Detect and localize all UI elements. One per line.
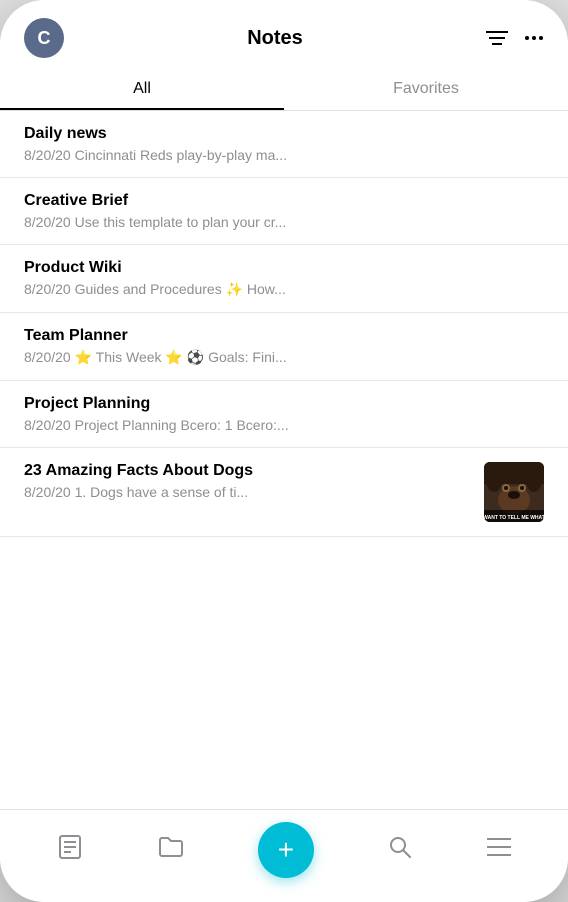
header: C Notes bbox=[0, 0, 568, 68]
note-title: 23 Amazing Facts About Dogs bbox=[24, 462, 472, 480]
note-preview: 8/20/20 Project Planning Bcero: 1 Bcero:… bbox=[24, 417, 544, 433]
notes-list: Daily news 8/20/20 Cincinnati Reds play-… bbox=[0, 111, 568, 809]
dog-image: THE NEIGHBOR'S DOG bbox=[484, 462, 544, 522]
note-preview: 8/20/20 Cincinnati Reds play-by-play ma.… bbox=[24, 147, 544, 163]
note-title: Project Planning bbox=[24, 395, 544, 413]
note-preview: 8/20/20 1. Dogs have a sense of ti... bbox=[24, 484, 472, 500]
tabs-container: All Favorites bbox=[0, 68, 568, 111]
tab-favorites[interactable]: Favorites bbox=[284, 68, 568, 110]
note-preview: 8/20/20 Use this template to plan your c… bbox=[24, 214, 544, 230]
note-title: Product Wiki bbox=[24, 259, 544, 277]
note-with-thumbnail: 23 Amazing Facts About Dogs 8/20/20 1. D… bbox=[24, 462, 544, 522]
more-options-icon[interactable] bbox=[524, 28, 544, 48]
filter-icon[interactable] bbox=[486, 30, 508, 46]
svg-text:WANT TO TELL ME WHAT: WANT TO TELL ME WHAT bbox=[484, 515, 544, 521]
phone-frame: C Notes bbox=[0, 0, 568, 902]
nav-folders[interactable] bbox=[158, 836, 184, 865]
folder-icon bbox=[158, 836, 184, 865]
note-preview: 8/20/20 Guides and Procedures ✨ How... bbox=[24, 281, 544, 298]
add-note-button[interactable]: + bbox=[258, 822, 314, 878]
note-thumbnail: THE NEIGHBOR'S DOG bbox=[484, 462, 544, 522]
tab-all[interactable]: All bbox=[0, 68, 284, 110]
list-item[interactable]: Team Planner 8/20/20 ⭐ This Week ⭐ ⚽ Goa… bbox=[0, 313, 568, 381]
list-item[interactable]: Product Wiki 8/20/20 Guides and Procedur… bbox=[0, 245, 568, 313]
header-actions bbox=[486, 28, 544, 48]
note-title: Creative Brief bbox=[24, 192, 544, 210]
nav-search[interactable] bbox=[388, 835, 412, 866]
note-preview: 8/20/20 ⭐ This Week ⭐ ⚽ Goals: Fini... bbox=[24, 349, 544, 366]
list-item[interactable]: Daily news 8/20/20 Cincinnati Reds play-… bbox=[0, 111, 568, 178]
note-title: Daily news bbox=[24, 125, 544, 143]
nav-notes[interactable] bbox=[57, 834, 83, 867]
note-title: Team Planner bbox=[24, 327, 544, 345]
note-text: 23 Amazing Facts About Dogs 8/20/20 1. D… bbox=[24, 462, 472, 500]
avatar[interactable]: C bbox=[24, 18, 64, 58]
menu-icon bbox=[487, 836, 511, 864]
add-icon: + bbox=[278, 836, 294, 864]
app-container: C Notes bbox=[0, 0, 568, 902]
nav-menu[interactable] bbox=[487, 836, 511, 864]
list-item[interactable]: Creative Brief 8/20/20 Use this template… bbox=[0, 178, 568, 245]
notes-icon bbox=[57, 834, 83, 867]
page-title: Notes bbox=[247, 27, 303, 50]
bottom-nav: + bbox=[0, 809, 568, 902]
list-item[interactable]: Project Planning 8/20/20 Project Plannin… bbox=[0, 381, 568, 448]
list-item[interactable]: 23 Amazing Facts About Dogs 8/20/20 1. D… bbox=[0, 448, 568, 537]
search-icon bbox=[388, 835, 412, 866]
